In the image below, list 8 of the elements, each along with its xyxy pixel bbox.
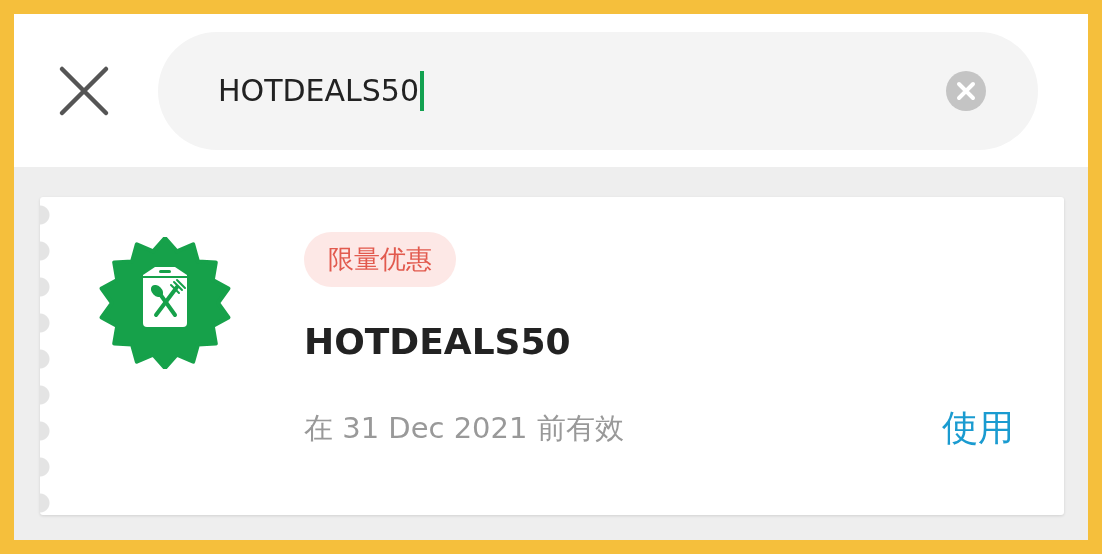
search-field[interactable]: HOTDEALS50 [158, 31, 1038, 150]
clear-icon [946, 70, 986, 111]
voucher-code: HOTDEALS50 [304, 321, 571, 362]
close-button[interactable] [58, 64, 110, 117]
voucher-tag: 限量优惠 [304, 232, 456, 287]
validity-text: 在 31 Dec 2021 前有效 [304, 409, 624, 447]
close-icon [58, 64, 110, 117]
food-box-badge-icon [98, 237, 231, 369]
